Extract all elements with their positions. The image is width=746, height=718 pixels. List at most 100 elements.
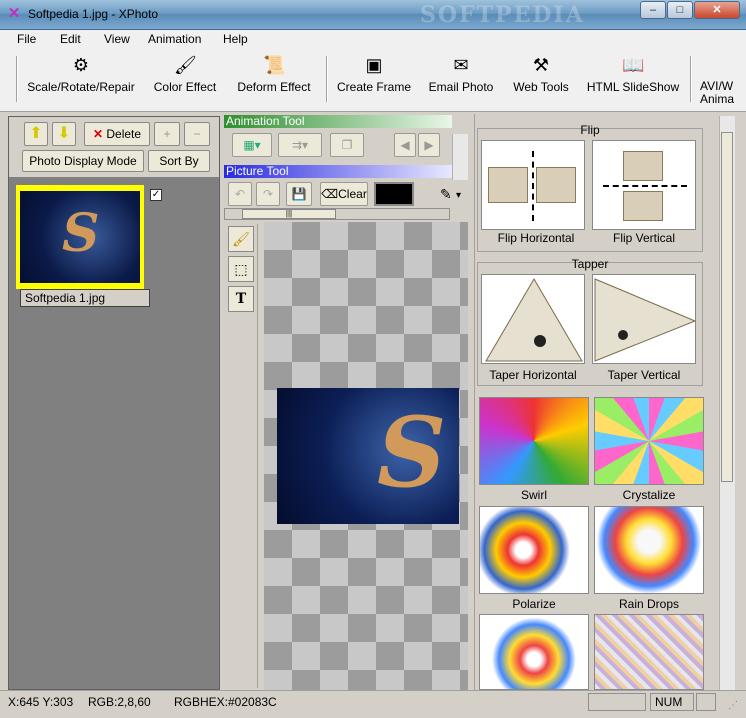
flip-horizontal-preview[interactable] [481, 140, 585, 230]
watermark: SOFTPEDIA [420, 2, 585, 28]
create-frame-button[interactable]: ▣ Create Frame [334, 54, 414, 94]
frame-edit-dropdown[interactable]: ⇉▾ [278, 133, 322, 157]
brush-icon: 🖌 [232, 231, 250, 247]
zoom-out-button[interactable]: − [184, 122, 210, 146]
flip-vertical-preview[interactable] [592, 140, 696, 230]
email-photo-label: Email Photo [428, 80, 494, 94]
flip-axis-vertical [532, 151, 534, 221]
taper-vertical-label: Taper Vertical [607, 368, 681, 382]
num-lock-indicator: NUM [650, 693, 694, 711]
window-title: Softpedia 1.jpg - XPhoto [28, 7, 159, 21]
color-effect-label: Color Effect [153, 80, 217, 94]
more-tools-chevron-icon[interactable]: ▾ [456, 190, 461, 201]
thumbnail-label: Softpedia 1.jpg [20, 289, 150, 307]
clear-label: Clear [338, 187, 367, 201]
rain-drops-preview[interactable] [594, 506, 704, 594]
taper-vertical-preview[interactable] [592, 274, 697, 364]
rain-drops-label: Rain Drops [618, 597, 680, 611]
redo-button[interactable]: ↷ [256, 182, 280, 206]
tools-scrollbar[interactable] [452, 134, 468, 180]
avi-animation-button[interactable]: AVI/W Anima [700, 54, 746, 106]
taper-vertical-shape [594, 278, 697, 362]
hammer-icon: ⚒ [532, 55, 550, 75]
canvas-s-logo: S [377, 396, 447, 509]
undo-icon: ↶ [234, 187, 246, 201]
color-effect-button[interactable]: 🖌 Color Effect [150, 54, 220, 94]
create-frame-label: Create Frame [336, 80, 412, 94]
text-icon: T [235, 291, 247, 307]
save-button[interactable]: 💾 [286, 182, 312, 206]
move-up-button[interactable]: ⬆ [24, 122, 48, 146]
flip-horizontal-label: Flip Horizontal [497, 231, 575, 245]
brush-tool-button[interactable]: 🖌 [228, 226, 254, 252]
dog-thumb-right [536, 167, 576, 203]
save-icon: 💾 [291, 187, 307, 201]
deform-effect-button[interactable]: 📜 Deform Effect [232, 54, 316, 94]
flip-group-title: Flip [580, 123, 600, 137]
menu-file[interactable]: File [17, 32, 36, 46]
arrow-down-icon: ⬇ [57, 125, 71, 142]
copy-icon: ❐ [341, 138, 353, 152]
resize-grip-icon[interactable]: ⋰ [728, 700, 738, 711]
web-tools-button[interactable]: ⚒ Web Tools [508, 54, 574, 94]
rgbhex-value: RGBHEX:#02083C [174, 695, 277, 709]
polarize-preview[interactable] [479, 506, 589, 594]
swirl-label: Swirl [521, 488, 547, 502]
maximize-button[interactable]: □ [667, 1, 693, 19]
scale-rotate-repair-button[interactable]: ⚙ Scale/Rotate/Repair [24, 54, 138, 94]
email-photo-button[interactable]: ✉ Email Photo [424, 54, 498, 94]
undo-button[interactable]: ↶ [228, 182, 252, 206]
swirl-preview[interactable] [479, 397, 589, 485]
effect-preview-clown[interactable] [479, 614, 589, 690]
status-panel-extra [696, 693, 716, 711]
web-tools-label: Web Tools [513, 80, 569, 94]
photo-thumbnail[interactable]: S [20, 191, 140, 283]
prev-frame-button[interactable]: ◀ [394, 133, 416, 157]
menu-view[interactable]: View [104, 32, 130, 46]
taper-horizontal-preview[interactable] [481, 274, 585, 364]
zoom-in-button[interactable]: + [154, 122, 180, 146]
next-frame-button[interactable]: ▶ [418, 133, 440, 157]
tapper-group-title: Tapper [571, 257, 609, 271]
clear-button[interactable]: ⌫Clear [320, 182, 368, 206]
text-tool-button[interactable]: T [228, 286, 254, 312]
paint-brush-icon: 🖌 [174, 55, 197, 75]
move-down-button[interactable]: ⬇ [52, 122, 76, 146]
photo-display-mode-button[interactable]: Photo Display Mode [22, 150, 144, 172]
menu-edit[interactable]: Edit [60, 32, 81, 46]
redo-icon: ↷ [262, 187, 274, 201]
flip-axis-horizontal [603, 185, 687, 187]
animation-tool-header: Animation Tool [224, 115, 452, 128]
crystalize-preview[interactable] [594, 397, 704, 485]
app-icon[interactable]: ✕ [6, 6, 22, 22]
eyedropper-icon[interactable]: ✎ [440, 186, 452, 203]
dog-thumb-left [488, 167, 528, 203]
color-swatch[interactable] [374, 182, 414, 206]
effect-preview-noise[interactable] [594, 614, 704, 690]
thumbnail-s-logo: S [62, 203, 100, 264]
menu-animation[interactable]: Animation [148, 32, 201, 46]
close-button[interactable]: ✕ [694, 1, 740, 19]
sort-by-button[interactable]: Sort By [148, 150, 210, 172]
html-slideshow-button[interactable]: 📖 HTML SlideShow [584, 54, 682, 94]
arrow-up-icon: ⬆ [29, 125, 43, 142]
flip-vertical-label: Flip Vertical [612, 231, 676, 245]
frame-edit-icon: ⇉▾ [291, 138, 309, 152]
frame-copy-button[interactable]: ❐ [330, 133, 364, 157]
rgb-value: RGB:2,8,60 [88, 695, 151, 709]
crystalize-label: Crystalize [622, 488, 676, 502]
next-icon: ▶ [424, 138, 434, 152]
menu-help[interactable]: Help [223, 32, 248, 46]
effects-scroll-thumb[interactable] [721, 132, 733, 482]
avi-label-line2: Anima [700, 92, 735, 106]
thumbnail-checkbox[interactable]: ✓ [150, 189, 162, 201]
cursor-coordinates: X:645 Y:303 [8, 695, 74, 709]
canvas-photo[interactable]: S [277, 388, 459, 524]
frames-dropdown-button[interactable]: ▦▾ [232, 133, 272, 157]
minimize-button[interactable]: – [640, 1, 666, 19]
delete-button[interactable]: ✕ Delete [84, 122, 150, 146]
prev-icon: ◀ [400, 138, 410, 152]
select-tool-button[interactable]: ⬚ [228, 256, 254, 282]
toolbar-separator [16, 56, 18, 102]
hscroll-thumb[interactable]: ||| [242, 209, 336, 219]
